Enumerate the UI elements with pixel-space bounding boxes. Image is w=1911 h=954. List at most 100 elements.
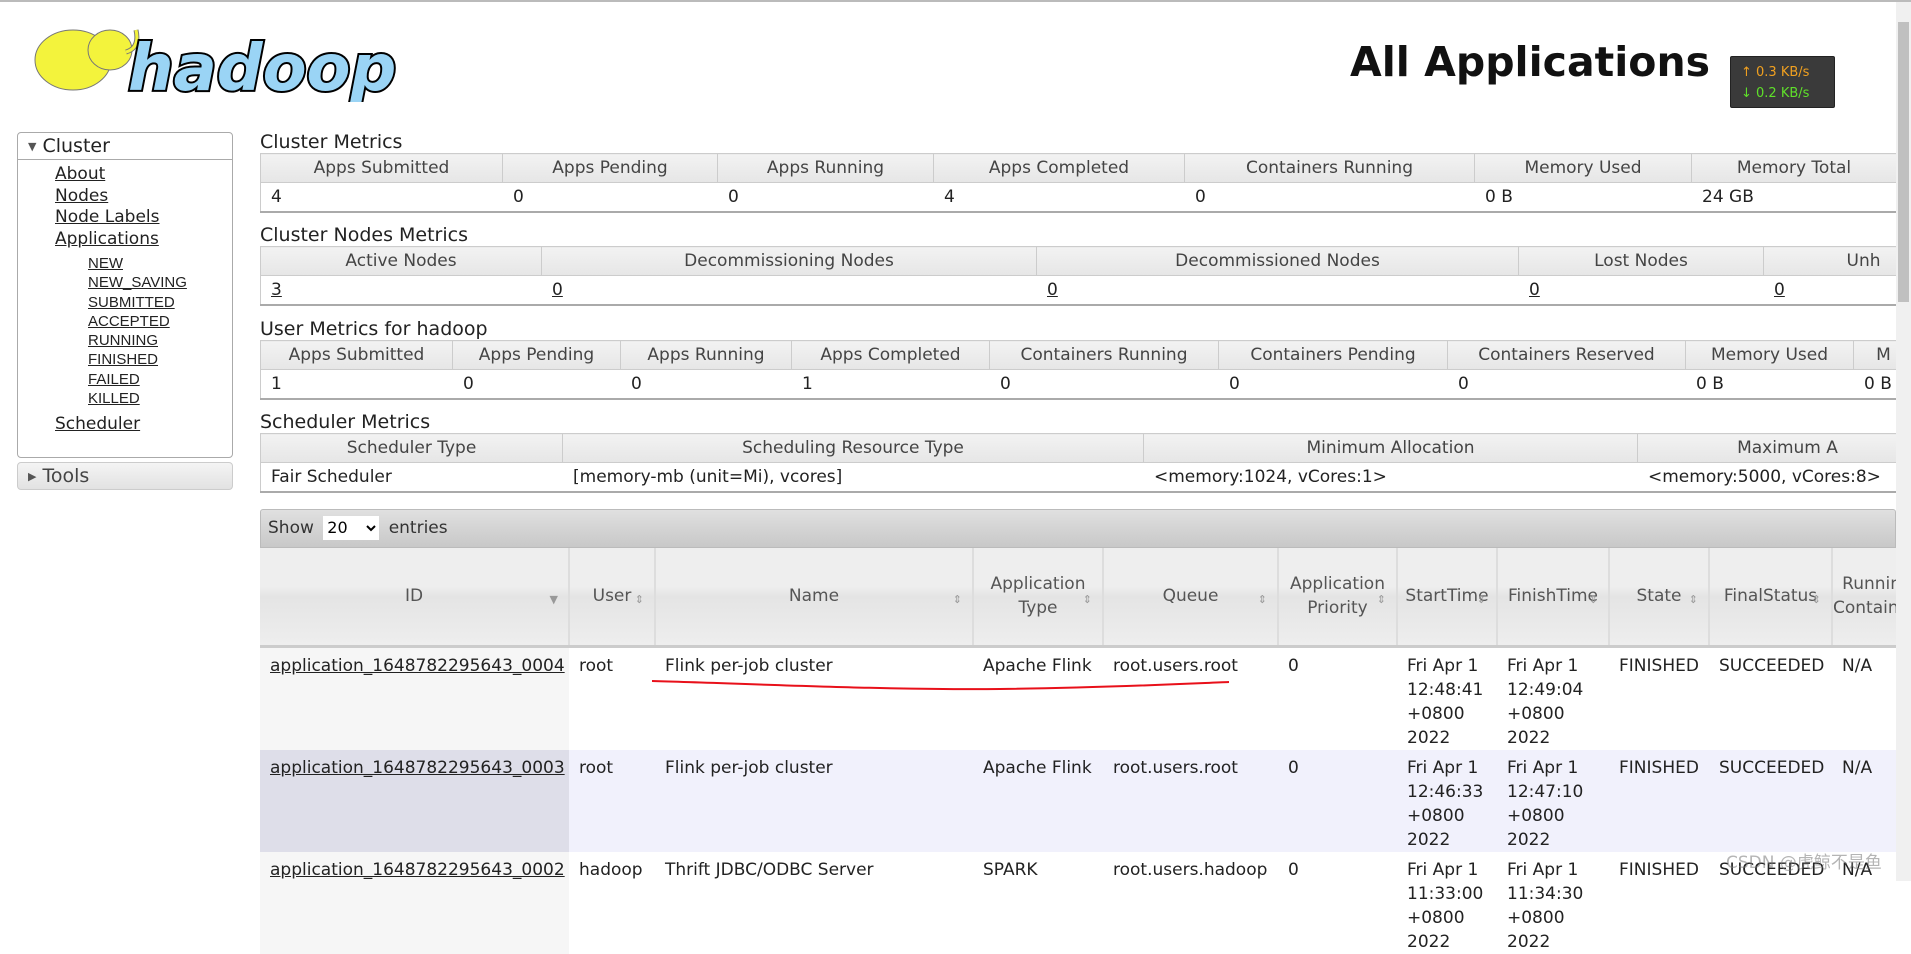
column-header: M	[1853, 340, 1896, 370]
sidebar-item-applications[interactable]: Applications	[55, 229, 232, 251]
header-row: Apps Submitted Apps Pending Apps Running Ap…	[260, 340, 1896, 370]
metric-link[interactable]: 0	[1047, 280, 1058, 300]
scrollbar[interactable]	[1896, 2, 1911, 881]
sidebar-item-state-submitted[interactable]: SUBMITTED	[88, 293, 232, 312]
table-row: application_1648782295643_0004 root Flink …	[260, 646, 1896, 750]
metric-value: 0 B	[1685, 369, 1854, 400]
values-row: Fair Scheduler [memory-mb (unit=Mi), vcor…	[260, 462, 1896, 493]
cell: Fri Apr 1 12:47:10 +0800 2022	[1497, 749, 1609, 852]
user-metrics: User Metrics for hadoop Apps Submitted App…	[260, 318, 1896, 400]
table-row: application_1648782295643_0002 hadoop Thri…	[260, 851, 1896, 954]
metric-value: 0	[452, 369, 621, 400]
header-label: Name	[788, 586, 840, 607]
application-id-link[interactable]: application_1648782295643_0004	[270, 656, 565, 676]
metric-value: 1	[791, 369, 990, 400]
column-header: Unh	[1763, 246, 1896, 276]
sort-desc-icon: ▼	[549, 593, 558, 606]
column-header-application-priority[interactable]: Application Priority ⇕	[1278, 548, 1398, 648]
cell: root	[569, 646, 655, 750]
sidebar-item-state-finished[interactable]: FINISHED	[88, 350, 232, 369]
sidebar-item-scheduler[interactable]: Scheduler	[55, 414, 232, 436]
column-header-finishtime[interactable]: FinishTime ⇕	[1497, 548, 1610, 648]
sidebar-item-state-new[interactable]: NEW	[88, 254, 232, 273]
sidebar-item-state-new_saving[interactable]: NEW_SAVING	[88, 273, 232, 292]
cell: root.users.root	[1103, 646, 1278, 750]
application-id-link[interactable]: application_1648782295643_0003	[270, 758, 565, 778]
column-header-starttime[interactable]: StartTime ⇕	[1397, 548, 1498, 648]
column-header: Containers Running	[1184, 153, 1475, 183]
metric-value: 0	[1763, 275, 1896, 306]
cell: SUCCEEDED	[1709, 646, 1832, 750]
metric-value: 0	[502, 182, 718, 213]
column-header: Memory Used	[1474, 153, 1692, 183]
logo-text: hadoop	[128, 32, 396, 102]
header-label: Application Priority	[1290, 574, 1385, 619]
sidebar-item-node-labels[interactable]: Node Labels	[55, 207, 232, 229]
sidebar-item-state-killed[interactable]: KILLED	[88, 389, 232, 408]
applications-table-wrapper: Show 20 entries ID ▼ User ⇕ Name ⇕ Application…	[260, 509, 1896, 954]
metric-value: 3	[260, 275, 542, 306]
cell: SPARK	[973, 851, 1103, 954]
section-title: Cluster Nodes Metrics	[260, 224, 468, 246]
page-size-select[interactable]: 20	[323, 515, 380, 540]
column-header-state[interactable]: State ⇕	[1609, 548, 1710, 648]
metric-value: 0	[1184, 182, 1475, 213]
column-header: Containers Running	[989, 340, 1219, 370]
column-header: Decommissioned Nodes	[1036, 246, 1519, 276]
metric-link[interactable]: 0	[1529, 280, 1540, 300]
column-header-user[interactable]: User ⇕	[569, 548, 656, 648]
sidebar-item-about[interactable]: About	[55, 164, 232, 186]
column-header: Scheduling Resource Type	[562, 433, 1144, 463]
column-header: Containers Reserved	[1447, 340, 1686, 370]
cell: N/A	[1832, 646, 1896, 750]
values-row: 3 0 0 0 0	[260, 275, 1896, 306]
sidebar-item-state-running[interactable]: RUNNING	[88, 331, 232, 350]
cell: 0	[1278, 749, 1397, 852]
column-header-name[interactable]: Name ⇕	[655, 548, 974, 648]
header-label: State	[1636, 586, 1682, 607]
cluster-toggle[interactable]: ▼ Cluster	[18, 133, 232, 160]
cell: Fri Apr 1 12:48:41 +0800 2022	[1397, 646, 1497, 750]
column-header: Lost Nodes	[1518, 246, 1764, 276]
sort-icon: ⇕	[1476, 593, 1486, 606]
column-header: Maximum A	[1637, 433, 1896, 463]
column-header-running-containers[interactable]: Running Containers⇕	[1832, 548, 1896, 648]
metric-link[interactable]: 3	[271, 280, 282, 300]
metric-link[interactable]: 0	[552, 280, 563, 300]
cell: application_1648782295643_0004	[260, 646, 569, 750]
header-label: Application Type	[990, 574, 1086, 619]
column-header-finalstatus[interactable]: FinalStatus ⇕	[1709, 548, 1833, 648]
metric-value: 0	[1518, 275, 1764, 306]
column-header: Apps Running	[620, 340, 792, 370]
cell: Fri Apr 1 11:34:30 +0800 2022	[1497, 851, 1609, 954]
applications-table: ID ▼ User ⇕ Name ⇕ Application Type ⇕ Queue ⇕ Appl…	[260, 548, 1896, 954]
header-label: FinishTime	[1508, 586, 1598, 607]
sidebar-item-state-failed[interactable]: FAILED	[88, 370, 232, 389]
header-label: ID	[404, 586, 424, 607]
metric-value: 1	[260, 369, 453, 400]
watermark: CSDN @虎鲸不是鱼	[1726, 853, 1882, 873]
application-id-link[interactable]: application_1648782295643_0002	[270, 860, 565, 880]
hadoop-logo: hadoop	[34, 29, 398, 102]
metric-value: <memory:5000, vCores:8>	[1637, 462, 1896, 493]
show-label: Show	[268, 518, 314, 538]
cell: Fri Apr 1 12:46:33 +0800 2022	[1397, 749, 1497, 852]
sort-icon: ⇕	[1376, 593, 1386, 606]
sidebar-item-nodes[interactable]: Nodes	[55, 186, 232, 208]
cluster-nodes-metrics: Cluster Nodes Metrics Active Nodes Decommi…	[260, 224, 1896, 306]
scrollbar-thumb[interactable]	[1898, 22, 1909, 302]
sidebar-item-state-accepted[interactable]: ACCEPTED	[88, 312, 232, 331]
metric-link[interactable]: 0	[1774, 280, 1785, 300]
column-header: Apps Running	[717, 153, 934, 183]
sidebar-cluster: ▼ Cluster About Nodes Node Labels Applica…	[17, 132, 233, 458]
tools-toggle[interactable]: ▶ Tools	[17, 462, 233, 490]
download-speed: ↓ 0.2 KB/s	[1741, 86, 1810, 101]
cell: Thrift JDBC/ODBC Server	[655, 851, 973, 954]
column-header-queue[interactable]: Queue ⇕	[1103, 548, 1279, 648]
column-header-application-type[interactable]: Application Type ⇕	[973, 548, 1104, 648]
metric-value: 4	[260, 182, 503, 213]
caret-right-icon: ▶	[28, 470, 37, 483]
sort-icon: ⇕	[1588, 593, 1598, 606]
column-header-id[interactable]: ID ▼	[260, 548, 570, 648]
sort-icon: ⇕	[952, 593, 962, 606]
